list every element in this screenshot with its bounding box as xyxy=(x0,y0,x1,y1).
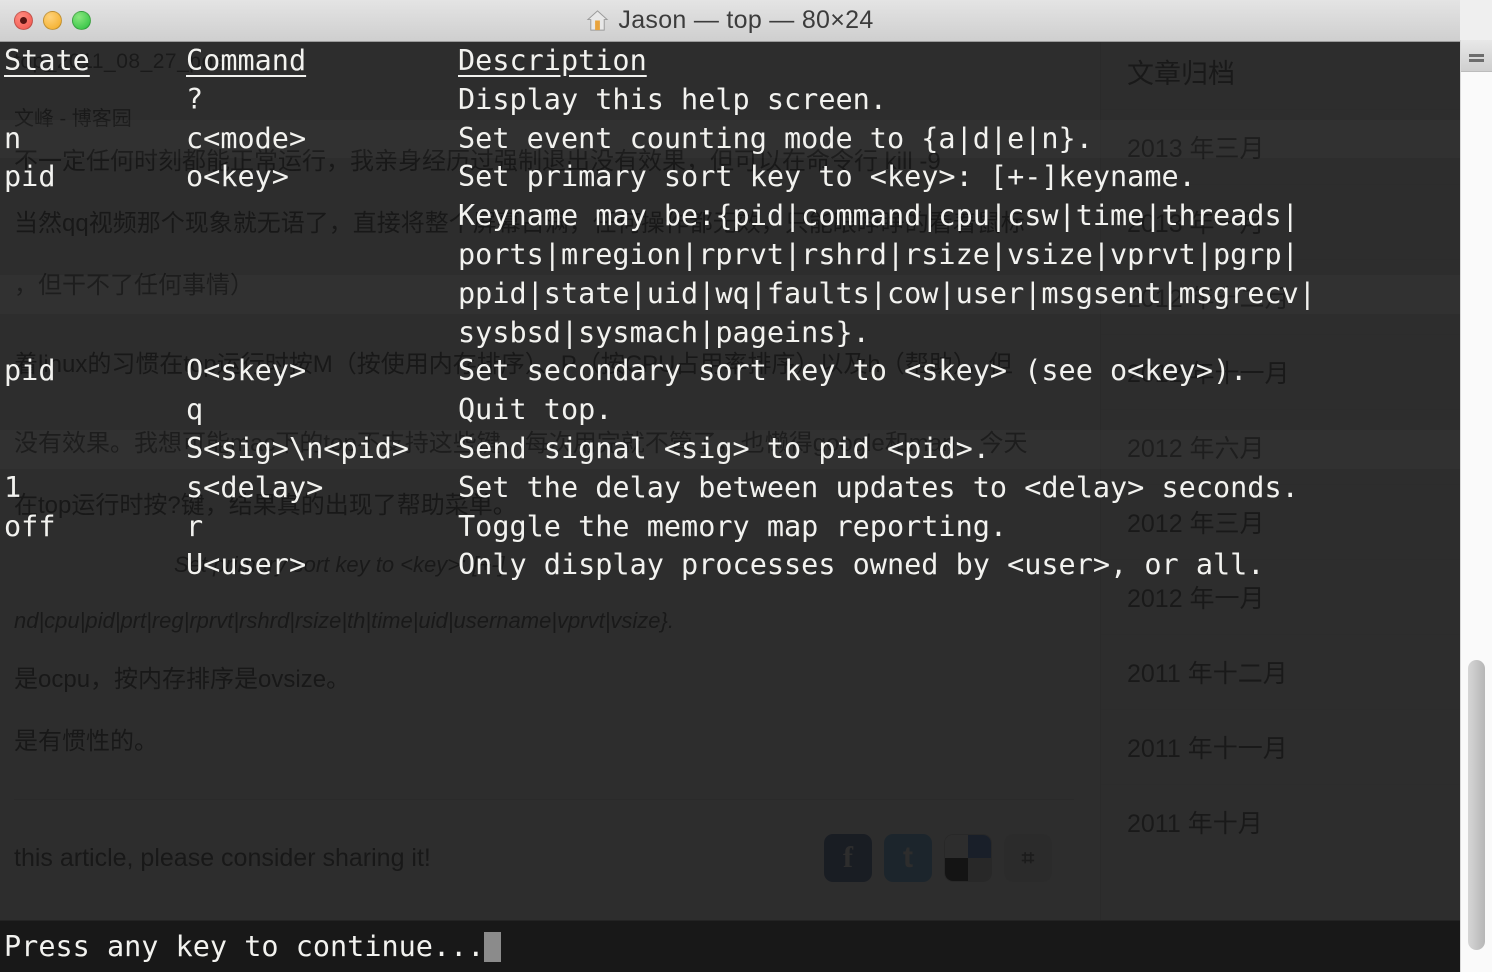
terminal-row: ppid|state|uid|wq|faults|cow|user|msgsen… xyxy=(0,275,1460,314)
row-description: Quit top. xyxy=(458,393,613,427)
row-command: r xyxy=(186,509,204,543)
window-title-group: Jason — top — 80×24 xyxy=(0,6,1460,35)
row-state: off xyxy=(4,509,56,543)
window-titlebar[interactable]: Jason — top — 80×24 xyxy=(0,0,1460,42)
row-description: sysbsd|sysmach|pageins}. xyxy=(458,315,870,349)
terminal-row: ports|mregion|rprvt|rshrd|rsize|vsize|vp… xyxy=(0,236,1460,275)
terminal-header-row: State Command Description xyxy=(0,42,1460,81)
row-description: Set primary sort key to <key>: [+-]keyna… xyxy=(458,160,1196,194)
row-state: 1 xyxy=(4,470,22,504)
row-description: Keyname may be:{pid|command|cpu|csw|time… xyxy=(458,199,1299,233)
row-command: s<delay> xyxy=(186,470,324,504)
close-button[interactable] xyxy=(14,11,33,30)
terminal-window: Jason — top — 80×24 State Command Descri… xyxy=(0,0,1460,972)
terminal-row: ? Display this help screen. xyxy=(0,81,1460,120)
row-command: c<mode> xyxy=(186,121,307,155)
terminal-row: 1 s<delay> Set the delay between updates… xyxy=(0,469,1460,508)
row-command: U<user> xyxy=(186,548,307,582)
terminal-row: q Quit top. xyxy=(0,391,1460,430)
terminal-row: off r Toggle the memory map reporting. xyxy=(0,508,1460,547)
row-description: Set the delay between updates to <delay>… xyxy=(458,470,1299,504)
row-description: Display this help screen. xyxy=(458,82,887,116)
terminal-row: pid O<skey> Set secondary sort key to <s… xyxy=(0,352,1460,391)
terminal-row: S<sig>\n<pid> Send signal <sig> to pid <… xyxy=(0,430,1460,469)
row-description: Toggle the memory map reporting. xyxy=(458,509,1008,543)
row-command: O<skey> xyxy=(186,354,307,388)
row-description: ppid|state|uid|wq|faults|cow|user|msgsen… xyxy=(458,276,1316,310)
column-header-description: Description xyxy=(458,44,647,77)
home-icon xyxy=(586,9,609,32)
row-description: ports|mregion|rprvt|rshrd|rsize|vsize|vp… xyxy=(458,237,1299,271)
terminal-body[interactable]: State Command Description ? Display this… xyxy=(0,42,1460,972)
row-state: pid xyxy=(4,354,56,388)
terminal-prompt-line: Press any key to continue... xyxy=(0,920,1460,972)
continue-prompt: Press any key to continue... xyxy=(4,930,485,963)
browser-scrollbar[interactable] xyxy=(1460,40,1492,972)
zoom-button[interactable] xyxy=(72,11,91,30)
row-command: o<key> xyxy=(186,160,289,194)
window-title: Jason — top — 80×24 xyxy=(618,6,874,34)
scrollbar-thumb[interactable] xyxy=(1468,660,1485,950)
terminal-row: sysbsd|sysmach|pageins}. xyxy=(0,314,1460,353)
row-description: Set secondary sort key to <skey> (see o<… xyxy=(458,354,1248,388)
terminal-row: n c<mode> Set event counting mode to {a|… xyxy=(0,120,1460,159)
row-state: pid xyxy=(4,160,56,194)
row-description: Set event counting mode to {a|d|e|n}. xyxy=(458,121,1093,155)
terminal-row: Keyname may be:{pid|command|cpu|csw|time… xyxy=(0,197,1460,236)
row-description: Send signal <sig> to pid <pid>. xyxy=(458,431,990,465)
terminal-row: U<user> Only display processes owned by … xyxy=(0,546,1460,585)
screen-root: top_2011_08_27_post 文峰 - 博客园 不一定任何时刻都能正常… xyxy=(0,0,1492,972)
row-command: q xyxy=(186,393,204,427)
text-cursor xyxy=(484,931,502,962)
window-controls xyxy=(0,11,91,30)
row-command: S<sig>\n<pid> xyxy=(186,431,410,465)
column-header-command: Command xyxy=(186,44,307,77)
column-header-state: State xyxy=(4,44,90,77)
row-command: ? xyxy=(186,82,204,116)
scrollbar-button[interactable] xyxy=(1461,40,1492,72)
terminal-screen: State Command Description ? Display this… xyxy=(0,42,1460,972)
row-state: n xyxy=(4,121,22,155)
row-description: Only display processes owned by <user>, … xyxy=(458,548,1265,582)
minimize-button[interactable] xyxy=(43,11,62,30)
terminal-row: pid o<key> Set primary sort key to <key>… xyxy=(0,158,1460,197)
